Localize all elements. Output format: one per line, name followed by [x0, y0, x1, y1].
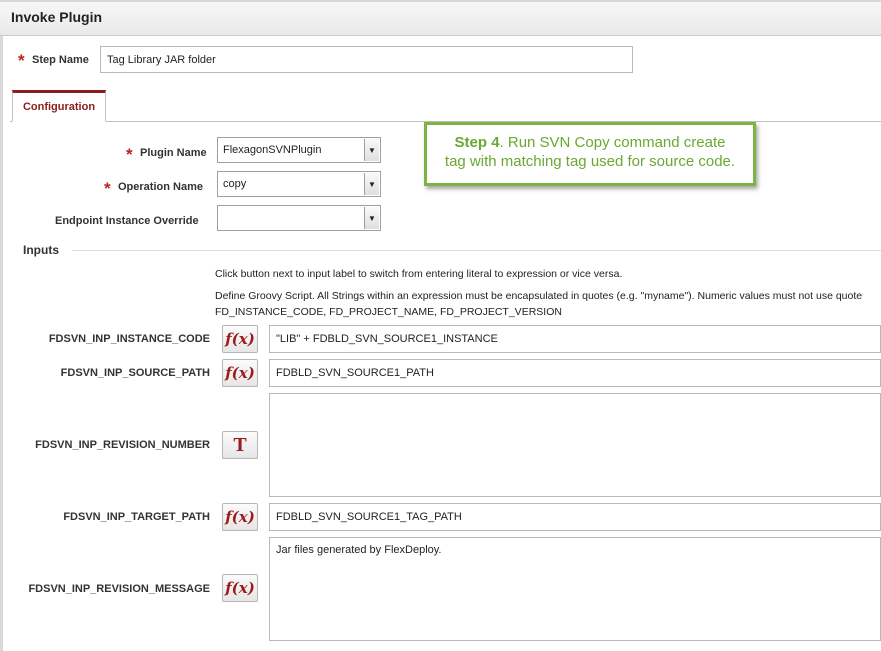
function-icon: f(x) — [225, 508, 255, 526]
step-name-value: Tag Library JAR folder — [107, 53, 216, 66]
function-icon: f(x) — [225, 579, 255, 597]
inputs-hint-variables: FD_INSTANCE_CODE, FD_PROJECT_NAME, FD_PR… — [215, 306, 562, 318]
source-path-label: FDSVN_INP_SOURCE_PATH — [60, 367, 210, 379]
revision-number-textarea[interactable] — [269, 393, 881, 497]
revision-number-label: FDSVN_INP_REVISION_NUMBER — [35, 439, 210, 451]
dialog-left-border — [0, 36, 3, 651]
source-path-input[interactable]: FDBLD_SVN_SOURCE1_PATH — [269, 359, 881, 387]
revision-message-textarea[interactable]: Jar files generated by FlexDeploy. — [269, 537, 881, 641]
target-path-label: FDSVN_INP_TARGET_PATH — [63, 511, 210, 523]
dialog-title: Invoke Plugin — [11, 9, 103, 25]
step-name-label: Step Name — [32, 54, 89, 66]
inputs-hint-groovy: Define Groovy Script. All Strings within… — [215, 290, 863, 302]
tab-configuration-label: Configuration — [22, 101, 96, 113]
section-divider — [72, 250, 881, 251]
operation-name-label: Operation Name — [118, 181, 203, 193]
instance-code-value: "LIB" + FDBLD_SVN_SOURCE1_INSTANCE — [276, 333, 498, 345]
operation-name-value: copy — [223, 178, 247, 190]
operation-name-select[interactable]: copy ▼ — [217, 171, 381, 197]
expression-toggle-button[interactable]: f(x) — [222, 503, 258, 531]
plugin-name-label: Plugin Name — [140, 147, 207, 159]
callout-line-1: Step 4. Run SVN Copy command create — [427, 133, 753, 152]
text-icon: T — [233, 433, 247, 456]
inputs-hint-toggle: Click button next to input label to swit… — [215, 268, 623, 280]
chevron-down-icon[interactable]: ▼ — [364, 207, 379, 229]
tab-configuration[interactable]: Configuration — [12, 90, 106, 122]
source-path-value: FDBLD_SVN_SOURCE1_PATH — [276, 367, 434, 379]
step-callout: Step 4. Run SVN Copy command create tag … — [424, 122, 756, 186]
endpoint-override-label: Endpoint Instance Override — [55, 215, 199, 227]
callout-text-1: . Run SVN Copy command create — [499, 134, 726, 151]
expression-toggle-button[interactable]: f(x) — [222, 574, 258, 602]
required-indicator: * — [18, 51, 25, 70]
dialog-header — [0, 0, 881, 36]
plugin-name-select[interactable]: FlexagonSVNPlugin ▼ — [217, 137, 381, 163]
function-icon: f(x) — [225, 364, 255, 382]
literal-toggle-button[interactable]: T — [222, 431, 258, 459]
instance-code-input[interactable]: "LIB" + FDBLD_SVN_SOURCE1_INSTANCE — [269, 325, 881, 353]
endpoint-override-select[interactable]: ▼ — [217, 205, 381, 231]
required-indicator: * — [126, 145, 133, 164]
chevron-down-icon[interactable]: ▼ — [364, 139, 379, 161]
instance-code-label: FDSVN_INP_INSTANCE_CODE — [48, 333, 210, 345]
plugin-name-value: FlexagonSVNPlugin — [223, 144, 322, 156]
function-icon: f(x) — [225, 330, 255, 348]
inputs-section-title: Inputs — [23, 243, 59, 257]
callout-text-2: tag with matching tag used for source co… — [444, 153, 736, 170]
target-path-value: FDBLD_SVN_SOURCE1_TAG_PATH — [276, 511, 462, 523]
revision-message-value: Jar files generated by FlexDeploy. — [276, 544, 442, 556]
expression-toggle-button[interactable]: f(x) — [222, 325, 258, 353]
revision-message-label: FDSVN_INP_REVISION_MESSAGE — [28, 583, 210, 595]
step-name-input[interactable]: Tag Library JAR folder — [100, 46, 633, 73]
required-indicator: * — [104, 179, 111, 198]
expression-toggle-button[interactable]: f(x) — [222, 359, 258, 387]
chevron-down-icon[interactable]: ▼ — [364, 173, 379, 195]
target-path-input[interactable]: FDBLD_SVN_SOURCE1_TAG_PATH — [269, 503, 881, 531]
callout-step: Step 4 — [454, 134, 500, 151]
